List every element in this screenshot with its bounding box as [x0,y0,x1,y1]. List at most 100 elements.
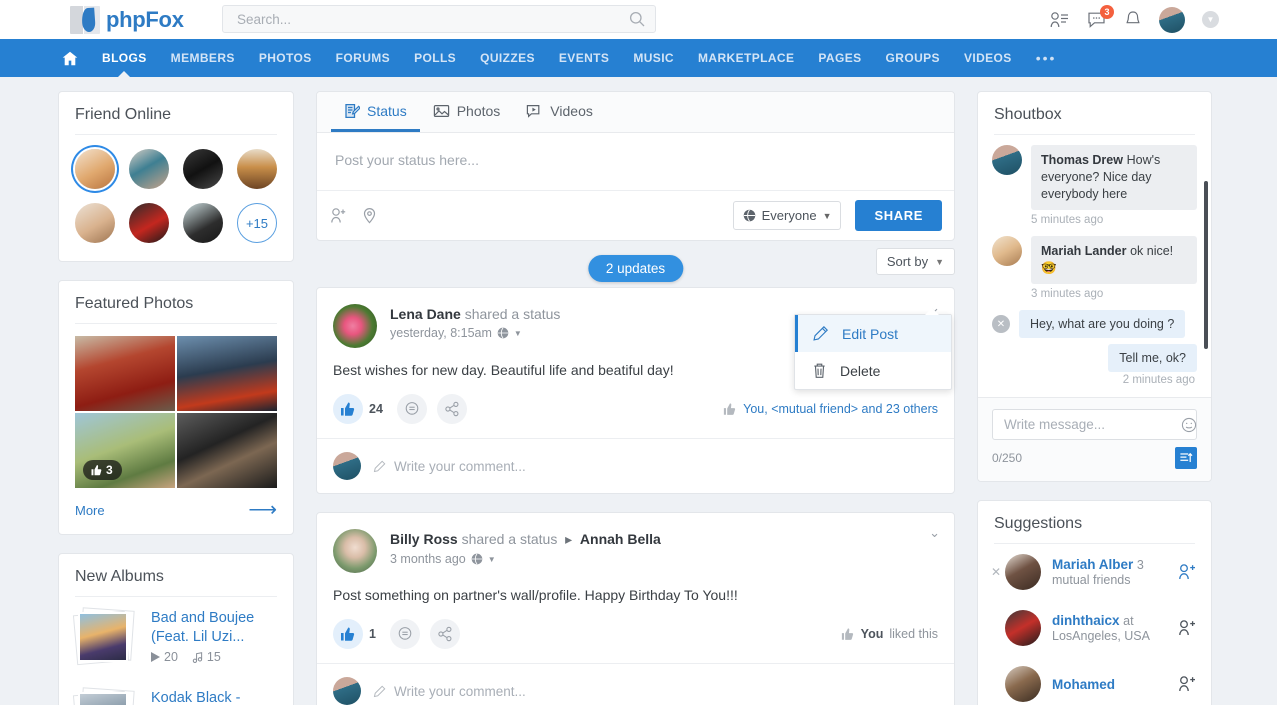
post-author-line: Billy Ross shared a status ▸ Annah Bella [390,531,661,547]
menu-item-delete[interactable]: Delete [795,352,951,389]
shoutbox-messages[interactable]: Thomas Drew How's everyone? Nice day eve… [978,135,1211,397]
album-tracks: 15 [192,650,221,664]
comment-composer[interactable]: Write your comment... [317,438,954,493]
user-avatar[interactable] [1159,7,1185,33]
friend-avatar[interactable] [75,203,115,243]
suggestion-avatar[interactable] [1005,610,1041,646]
tag-friend-icon[interactable] [329,207,348,224]
search-icon[interactable] [629,11,645,27]
nav-item-marketplace[interactable]: MARKETPLACE [686,39,806,77]
like-button[interactable] [333,394,363,424]
album-thumbnail [75,689,137,705]
featured-photos-more-link[interactable]: More [75,503,105,518]
suggestion-name[interactable]: dinhthaicx [1052,613,1120,628]
comment-button[interactable] [397,394,427,424]
location-pin-icon[interactable] [362,207,377,225]
messages-icon[interactable]: 3 [1086,11,1107,29]
feed-post: Lena Dane shared a status yesterday, 8:1… [316,287,955,494]
tab-status[interactable]: Status [331,92,420,132]
friend-avatar[interactable] [129,203,169,243]
nav-item-pages[interactable]: PAGES [806,39,873,77]
shoutbox-input[interactable] [1004,417,1181,432]
nav-item-members[interactable]: MEMBERS [159,39,247,77]
suggestion-item: dinhthaicx at LosAngeles, USA [978,600,1211,656]
status-composer: Status Photos [316,91,955,241]
comment-input[interactable]: Write your comment... [373,459,526,474]
featured-photo[interactable] [177,413,277,488]
nav-more-icon[interactable]: ••• [1024,50,1069,66]
friend-avatar[interactable] [75,149,115,189]
suggestion-avatar[interactable] [1005,666,1041,702]
add-friend-icon[interactable] [1177,563,1197,581]
nav-item-photos[interactable]: PHOTOS [247,39,324,77]
privacy-selector[interactable]: Everyone ▼ [733,201,842,230]
nav-item-blogs[interactable]: BLOGS [90,39,159,77]
post-author-name[interactable]: Billy Ross [390,531,458,547]
search-box[interactable] [222,5,656,33]
album-item[interactable]: Kodak Black - There He Go [59,677,293,705]
nav-item-quizzes[interactable]: QUIZZES [468,39,547,77]
nav-item-forums[interactable]: FORUMS [324,39,402,77]
suggestion-name[interactable]: Mariah Alber [1052,557,1133,572]
friend-requests-icon[interactable] [1049,11,1069,29]
share-post-button[interactable] [430,619,460,649]
album-name[interactable]: Bad and Boujee (Feat. Lil Uzi... [151,610,254,645]
share-post-button[interactable] [437,394,467,424]
shoutbox-avatar[interactable] [992,145,1022,175]
nav-item-groups[interactable]: GROUPS [874,39,952,77]
friend-online-more-button[interactable]: +15 [237,203,277,243]
album-item[interactable]: Bad and Boujee (Feat. Lil Uzi... 20 15 [59,597,293,677]
add-friend-icon[interactable] [1177,619,1197,637]
suggestion-avatar[interactable] [1005,554,1041,590]
shoutbox-scrollbar[interactable] [1204,181,1208,349]
emoji-icon[interactable] [1181,417,1197,433]
dismiss-suggestion-icon[interactable]: ✕ [991,565,1001,579]
shoutbox-input-wrap[interactable] [992,409,1197,440]
likers-suffix: liked this [889,627,938,641]
send-message-button[interactable] [1175,447,1197,469]
featured-photo[interactable] [75,336,175,411]
comment-composer[interactable]: Write your comment... [317,663,954,705]
shoutbox-avatar[interactable] [992,236,1022,266]
menu-item-edit-post[interactable]: Edit Post [795,315,951,352]
album-name[interactable]: Kodak Black - There He Go [151,690,240,705]
search-input[interactable] [223,12,629,27]
share-button[interactable]: SHARE [855,200,942,231]
tab-photos[interactable]: Photos [420,92,514,132]
notifications-icon[interactable] [1124,10,1142,29]
tab-videos[interactable]: Videos [513,92,606,132]
close-icon[interactable]: ✕ [992,315,1010,333]
comment-input[interactable]: Write your comment... [373,684,526,699]
status-input[interactable]: Post your status here... [317,133,954,190]
like-button[interactable] [333,619,363,649]
nav-item-videos[interactable]: VIDEOS [952,39,1024,77]
nav-item-music[interactable]: MUSIC [621,39,686,77]
sort-by-dropdown[interactable]: Sort by ▼ [876,248,955,275]
post-author-avatar[interactable] [333,304,377,348]
featured-photo[interactable] [177,336,277,411]
post-menu-chevron-down-icon[interactable]: ⌄ [929,525,940,541]
add-friend-icon[interactable] [1177,675,1197,693]
nav-item-polls[interactable]: POLLS [402,39,468,77]
post-author-name[interactable]: Lena Dane [390,306,461,322]
user-menu-chevron-down-icon[interactable]: ▼ [1202,11,1219,28]
message-count-badge: 3 [1100,5,1114,19]
friend-avatar[interactable] [183,203,223,243]
friend-avatar[interactable] [183,149,223,189]
arrow-right-icon[interactable]: ⟶ [248,500,277,520]
shoutbox-text: Tell me, ok? [1108,344,1197,372]
featured-photo[interactable]: 3 [75,413,175,488]
nav-item-events[interactable]: EVENTS [547,39,621,77]
comment-button[interactable] [390,619,420,649]
post-target-name[interactable]: Annah Bella [580,531,661,547]
logo[interactable]: phpFox [70,6,184,34]
friend-avatar[interactable] [129,149,169,189]
post-author-avatar[interactable] [333,529,377,573]
suggestion-name[interactable]: Mohamed [1052,677,1115,692]
likers-link[interactable]: You, <mutual friend> and 23 others [743,402,938,416]
new-albums-title: New Albums [75,554,277,597]
new-updates-button[interactable]: 2 updates [588,255,683,282]
nav-home-icon[interactable] [58,51,90,66]
videos-icon [526,103,543,119]
friend-avatar[interactable] [237,149,277,189]
